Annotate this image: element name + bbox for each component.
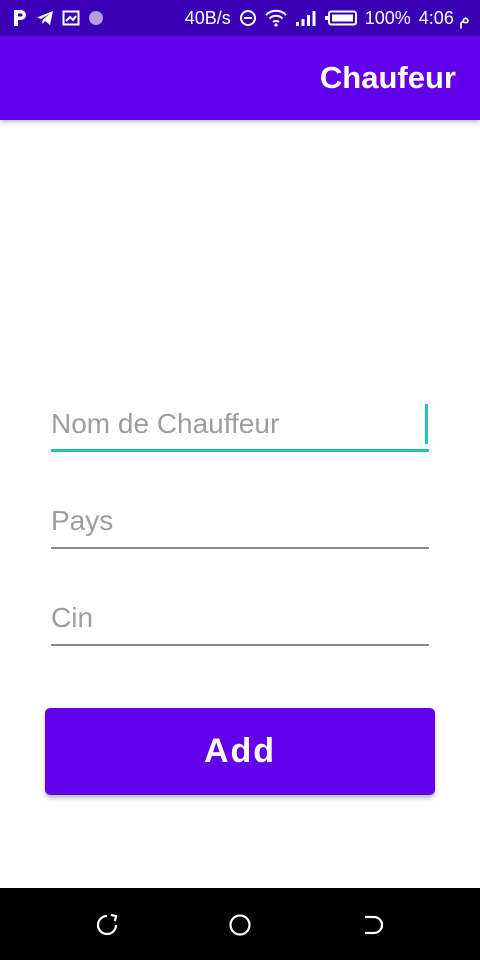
battery-icon [324, 10, 357, 26]
status-bar: 40B/s 100% 4:06 م [0, 0, 480, 36]
add-button[interactable]: Add [45, 708, 435, 795]
clock: 4:06 م [418, 8, 470, 28]
driver-name-input[interactable] [51, 402, 429, 446]
home-icon[interactable] [227, 912, 253, 938]
app-title: Chaufeur [319, 60, 456, 95]
battery-percentage: 100% [364, 8, 411, 28]
back-icon[interactable] [360, 912, 386, 938]
navigation-bar [0, 888, 480, 960]
status-bar-right: 40B/s 100% 4:06 م [185, 9, 470, 27]
p-app-icon [12, 9, 28, 27]
network-speed: 40B/s [184, 8, 231, 28]
circle-notification-icon [88, 10, 104, 26]
country-field[interactable] [51, 499, 429, 549]
text-cursor [425, 404, 428, 444]
country-underline [51, 547, 429, 549]
cast-icon [62, 10, 80, 26]
do-not-disturb-icon [239, 9, 257, 27]
recents-icon[interactable] [94, 912, 120, 938]
driver-name-field[interactable] [51, 402, 429, 452]
app-bar: Chaufeur [0, 36, 480, 120]
status-bar-left [12, 9, 104, 27]
country-input[interactable] [51, 499, 429, 543]
wifi-icon [265, 9, 287, 27]
telegram-icon [36, 10, 54, 26]
cin-field[interactable] [51, 596, 429, 646]
signal-icon [295, 10, 317, 26]
driver-name-underline [51, 449, 429, 452]
cin-underline [51, 644, 429, 646]
cin-input[interactable] [51, 596, 429, 640]
